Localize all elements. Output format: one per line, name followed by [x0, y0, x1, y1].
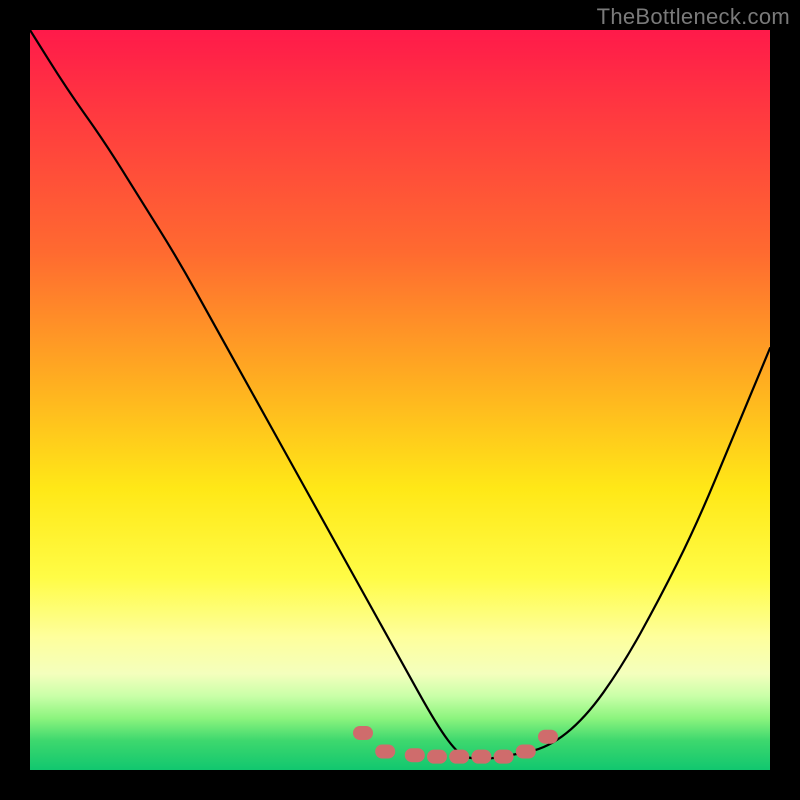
watermark-label: TheBottleneck.com [597, 4, 790, 30]
marker-capsule [427, 750, 447, 764]
marker-capsule [538, 730, 558, 744]
marker-capsule [516, 745, 536, 759]
marker-capsule [375, 745, 395, 759]
chart-canvas: TheBottleneck.com [0, 0, 800, 800]
marker-layer [30, 30, 770, 770]
marker-capsule [471, 750, 491, 764]
marker-capsule [405, 748, 425, 762]
plot-area [30, 30, 770, 770]
marker-capsule [353, 726, 373, 740]
marker-capsule [449, 750, 469, 764]
marker-group [353, 726, 558, 764]
marker-capsule [494, 750, 514, 764]
